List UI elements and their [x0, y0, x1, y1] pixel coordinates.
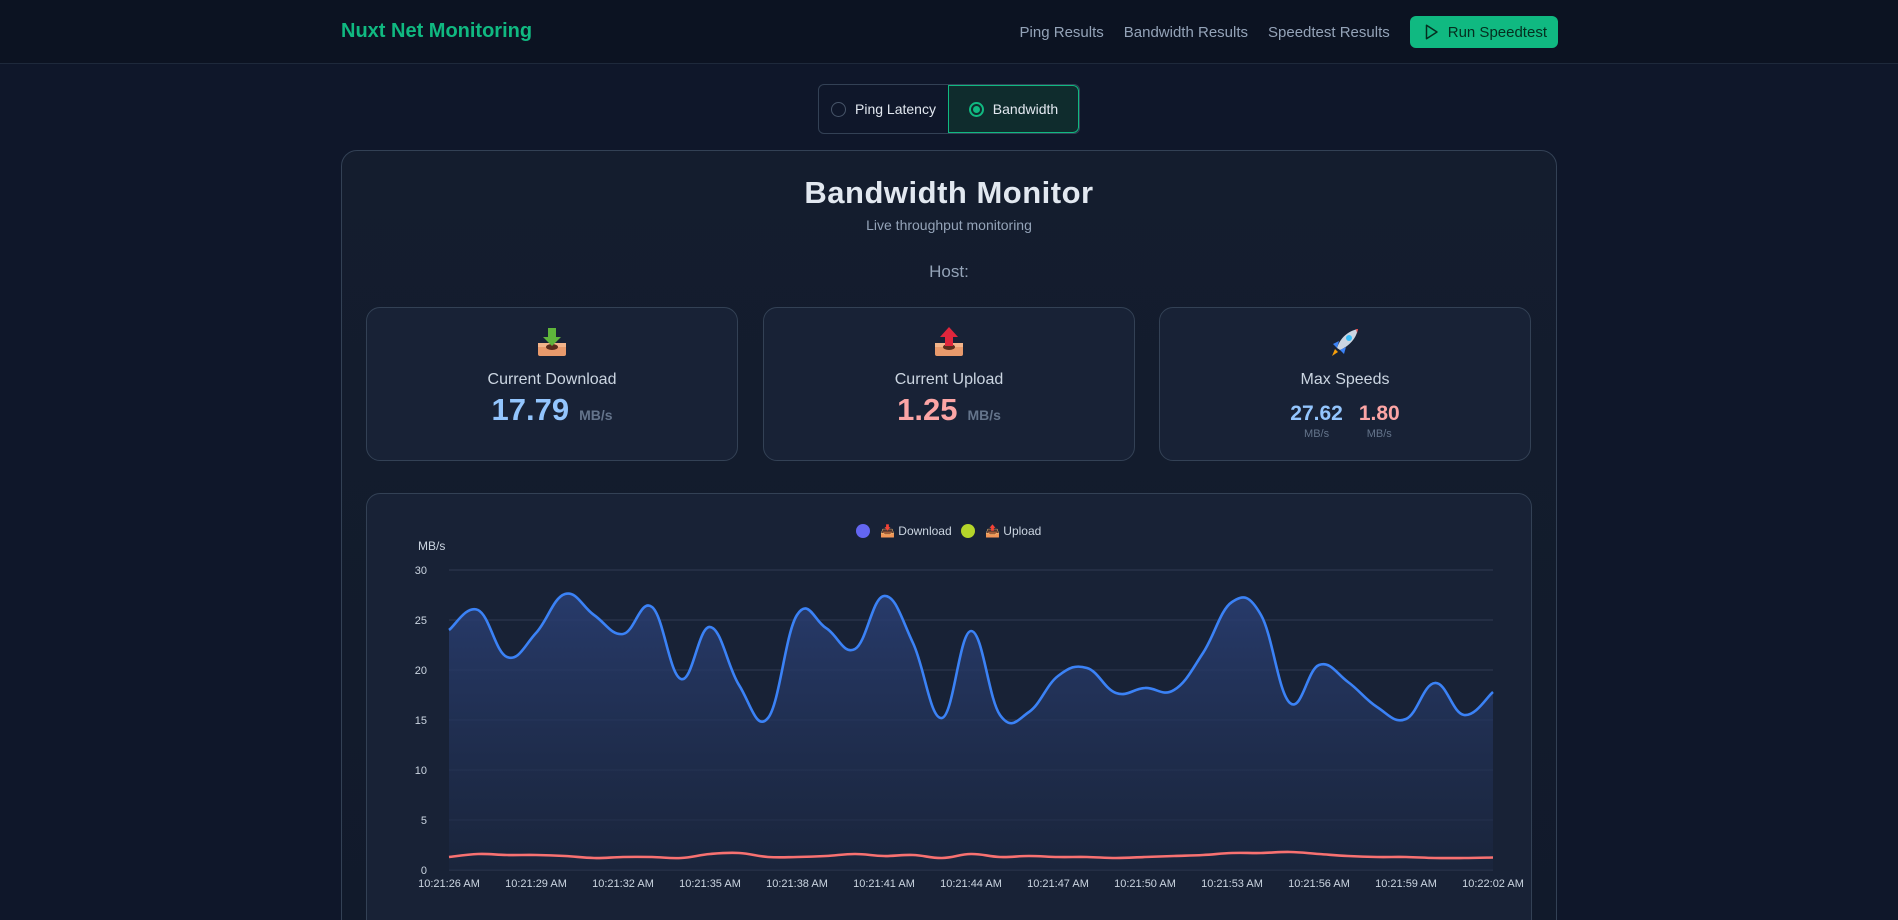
toggle-bandwidth-label: Bandwidth	[992, 101, 1059, 117]
max-upload-value: 1.80	[1358, 402, 1400, 425]
y-tick-label: 25	[415, 615, 427, 627]
x-tick-label: 10:21:35 AM	[679, 878, 741, 890]
host-label: Host:	[929, 262, 969, 281]
x-tick-label: 10:22:02 AM	[1462, 878, 1524, 890]
y-tick-label: 20	[415, 665, 427, 677]
run-speedtest-label: Run Speedtest	[1447, 23, 1547, 41]
current-download-unit: MB/s	[579, 407, 613, 423]
x-tick-label: 10:21:29 AM	[505, 878, 567, 890]
x-tick-label: 10:21:32 AM	[592, 878, 654, 890]
x-tick-label: 10:21:41 AM	[853, 878, 915, 890]
run-speedtest-button[interactable]: Run Speedtest	[1409, 16, 1558, 48]
rocket-icon	[1160, 326, 1530, 358]
y-tick-label: 30	[415, 565, 427, 577]
legend-upload-label: 📤 Upload	[985, 524, 1041, 538]
view-toggle: Ping Latency Bandwidth	[818, 84, 1080, 134]
current-upload-unit: MB/s	[967, 407, 1001, 423]
bandwidth-chart-card: 0 5 10 15 20 25 30 MB/s 10:21:26 AM 10:21:29 AM 10…	[366, 493, 1532, 920]
page-subtitle: Live throughput monitoring	[866, 217, 1032, 233]
top-navbar: Nuxt Net Monitoring Ping Results Bandwid…	[0, 0, 1898, 64]
max-speeds-label: Max Speeds	[1300, 371, 1390, 388]
download-area	[449, 593, 1493, 870]
current-download-value: 17.79	[491, 392, 570, 427]
x-tick-label: 10:21:56 AM	[1288, 878, 1350, 890]
current-download-card: Current Download 17.79 MB/s	[366, 307, 738, 461]
max-upload-unit: MB/s	[1366, 428, 1392, 440]
legend-upload-swatch	[961, 524, 975, 538]
max-download-unit: MB/s	[1304, 428, 1330, 440]
current-upload-card: Current Upload 1.25 MB/s	[763, 307, 1135, 461]
y-tick-label: 10	[415, 765, 427, 777]
y-tick-label: 0	[421, 865, 427, 877]
toggle-ping-latency[interactable]: Ping Latency	[819, 85, 948, 133]
legend-download-swatch	[856, 524, 870, 538]
nav-speedtest-results[interactable]: Speedtest Results	[1268, 24, 1390, 41]
x-tick-label: 10:21:53 AM	[1201, 878, 1263, 890]
nav-ping-results[interactable]: Ping Results	[1020, 24, 1104, 41]
x-tick-label: 10:21:59 AM	[1375, 878, 1437, 890]
y-tick-label: 5	[421, 815, 427, 827]
play-icon	[1425, 24, 1438, 40]
y-axis-label: MB/s	[418, 539, 445, 553]
bandwidth-monitor-panel: Bandwidth Monitor Live throughput monito…	[341, 150, 1557, 920]
max-speeds-card: Max Speeds 27.62 MB/s 1.80 MB/s	[1159, 307, 1531, 461]
x-tick-label: 10:21:50 AM	[1114, 878, 1176, 890]
page-title: Bandwidth Monitor	[804, 175, 1094, 210]
x-tick-label: 10:21:44 AM	[940, 878, 1002, 890]
y-tick-label: 15	[415, 715, 427, 727]
x-tick-label: 10:21:47 AM	[1027, 878, 1089, 890]
toggle-ping-label: Ping Latency	[855, 101, 936, 117]
x-tick-label: 10:21:38 AM	[766, 878, 828, 890]
current-upload-label: Current Upload	[894, 371, 1004, 388]
max-download-value: 27.62	[1290, 402, 1343, 425]
x-tick-label: 10:21:26 AM	[418, 878, 480, 890]
download-tray-icon	[367, 326, 737, 358]
current-download-label: Current Download	[487, 371, 617, 388]
radio-unselected-icon	[831, 101, 847, 117]
brand-logo[interactable]: Nuxt Net Monitoring	[341, 20, 532, 43]
bandwidth-chart: 0 5 10 15 20 25 30 MB/s 10:21:26 AM 10:21:29 AM 10…	[415, 524, 1524, 890]
main-nav: Ping Results Bandwidth Results Speedtest…	[1020, 16, 1558, 48]
legend-download-label: 📥 Download	[880, 524, 952, 538]
radio-selected-icon	[968, 101, 984, 117]
nav-bandwidth-results[interactable]: Bandwidth Results	[1124, 24, 1248, 41]
toggle-bandwidth[interactable]: Bandwidth	[948, 85, 1079, 133]
upload-tray-icon	[764, 326, 1134, 358]
current-upload-value: 1.25	[897, 392, 958, 427]
